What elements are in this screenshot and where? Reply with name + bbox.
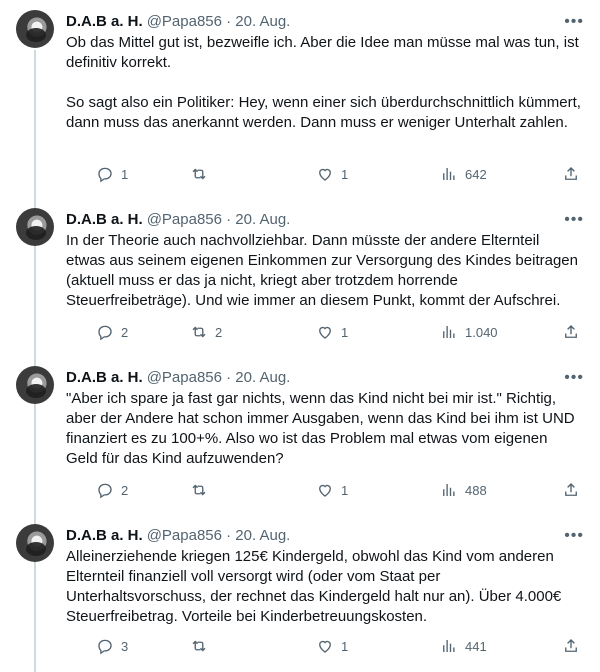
- like-count: 1: [341, 638, 349, 654]
- share-button[interactable]: [562, 164, 580, 184]
- tweet-text: In der Theorie auch nachvollziehbar. Dan…: [66, 232, 578, 309]
- tweet-text: "Aber ich spare ja fast gar nichts, wenn…: [66, 390, 575, 467]
- reply-count: 2: [121, 324, 129, 340]
- like-button[interactable]: 1: [316, 480, 348, 500]
- views-button[interactable]: 1.040: [440, 322, 498, 342]
- like-button[interactable]: 1: [316, 164, 348, 184]
- tweet-header: D.A.B a. H. @Papa856 · 20. Aug. •••: [66, 210, 584, 230]
- tweet-text: Alleinerziehende kriegen 125€ Kindergeld…: [66, 548, 562, 625]
- share-button[interactable]: [562, 322, 580, 342]
- more-horizontal-icon[interactable]: •••: [564, 526, 584, 546]
- share-upload-icon: [565, 167, 577, 180]
- analytics-bars-icon: [443, 326, 455, 338]
- heart-icon: [319, 168, 331, 181]
- reply-bubble-icon: [98, 639, 112, 655]
- tweet-header: D.A.B a. H. @Papa856 · 20. Aug. •••: [66, 526, 584, 546]
- avatar[interactable]: [16, 10, 54, 48]
- like-count: 1: [341, 482, 349, 498]
- reply-count: 3: [121, 638, 129, 654]
- author-handle-date[interactable]: @Papa856 · 20. Aug.: [147, 527, 291, 544]
- author-name[interactable]: D.A.B a. H.: [66, 369, 143, 386]
- tweet-actions: 3 1 441: [66, 636, 582, 656]
- retweet-icon: [192, 168, 206, 180]
- retweet-button[interactable]: 2: [190, 322, 222, 342]
- retweet-button[interactable]: [190, 164, 215, 184]
- avatar[interactable]: [16, 524, 54, 562]
- reply-bubble-icon: [98, 483, 112, 499]
- like-count: 1: [341, 324, 349, 340]
- heart-icon: [319, 326, 331, 339]
- analytics-bars-icon: [443, 168, 455, 180]
- more-horizontal-icon[interactable]: •••: [564, 368, 584, 388]
- author-handle-date[interactable]: @Papa856 · 20. Aug.: [147, 13, 291, 30]
- retweet-icon: [192, 326, 206, 338]
- reply-bubble-icon: [98, 167, 112, 183]
- tweet-actions: 1 1 642: [66, 164, 582, 184]
- heart-icon: [319, 484, 331, 497]
- heart-icon: [319, 640, 331, 653]
- tweet-header: D.A.B a. H. @Papa856 · 20. Aug. •••: [66, 368, 584, 388]
- avatar[interactable]: [16, 366, 54, 404]
- like-button[interactable]: 1: [316, 322, 348, 342]
- views-button[interactable]: 441: [440, 636, 487, 656]
- retweet-icon: [192, 640, 206, 652]
- reply-button[interactable]: 1: [96, 164, 128, 184]
- tweet[interactable]: D.A.B a. H. @Papa856 · 20. Aug. ••• In de…: [0, 198, 600, 356]
- tweet[interactable]: D.A.B a. H. @Papa856 · 20. Aug. ••• "Aber…: [0, 356, 600, 514]
- analytics-bars-icon: [443, 484, 455, 496]
- views-count: 642: [465, 166, 487, 182]
- tweet-actions: 2 1 488: [66, 480, 582, 500]
- views-count: 1.040: [465, 324, 498, 340]
- views-count: 441: [465, 638, 487, 654]
- share-upload-icon: [565, 639, 577, 652]
- reply-bubble-icon: [98, 325, 112, 341]
- author-handle-date[interactable]: @Papa856 · 20. Aug.: [147, 211, 291, 228]
- tweet-text: Ob das Mittel gut ist, bezweifle ich. Ab…: [66, 34, 581, 131]
- tweet[interactable]: D.A.B a. H. @Papa856 · 20. Aug. ••• Ob da…: [0, 0, 600, 198]
- reply-button[interactable]: 2: [96, 322, 128, 342]
- reply-button[interactable]: 3: [96, 636, 128, 656]
- retweet-icon: [192, 484, 206, 496]
- more-horizontal-icon[interactable]: •••: [564, 210, 584, 230]
- like-button[interactable]: 1: [316, 636, 348, 656]
- reply-count: 1: [121, 166, 129, 182]
- tweet-actions: 2 2 1 1.040: [66, 322, 582, 342]
- reply-count: 2: [121, 482, 129, 498]
- tweet[interactable]: D.A.B a. H. @Papa856 · 20. Aug. ••• Allei…: [0, 514, 600, 672]
- author-name[interactable]: D.A.B a. H.: [66, 13, 143, 30]
- author-handle-date[interactable]: @Papa856 · 20. Aug.: [147, 369, 291, 386]
- share-upload-icon: [565, 325, 577, 338]
- views-button[interactable]: 488: [440, 480, 487, 500]
- retweet-count: 2: [215, 324, 223, 340]
- share-upload-icon: [565, 483, 577, 496]
- retweet-button[interactable]: [190, 480, 215, 500]
- share-button[interactable]: [562, 480, 580, 500]
- share-button[interactable]: [562, 636, 580, 656]
- author-name[interactable]: D.A.B a. H.: [66, 527, 143, 544]
- views-button[interactable]: 642: [440, 164, 487, 184]
- like-count: 1: [341, 166, 349, 182]
- retweet-button[interactable]: [190, 636, 215, 656]
- more-horizontal-icon[interactable]: •••: [564, 12, 584, 32]
- tweet-header: D.A.B a. H. @Papa856 · 20. Aug. •••: [66, 12, 584, 32]
- analytics-bars-icon: [443, 640, 455, 652]
- reply-button[interactable]: 2: [96, 480, 128, 500]
- author-name[interactable]: D.A.B a. H.: [66, 211, 143, 228]
- views-count: 488: [465, 482, 487, 498]
- avatar[interactable]: [16, 208, 54, 246]
